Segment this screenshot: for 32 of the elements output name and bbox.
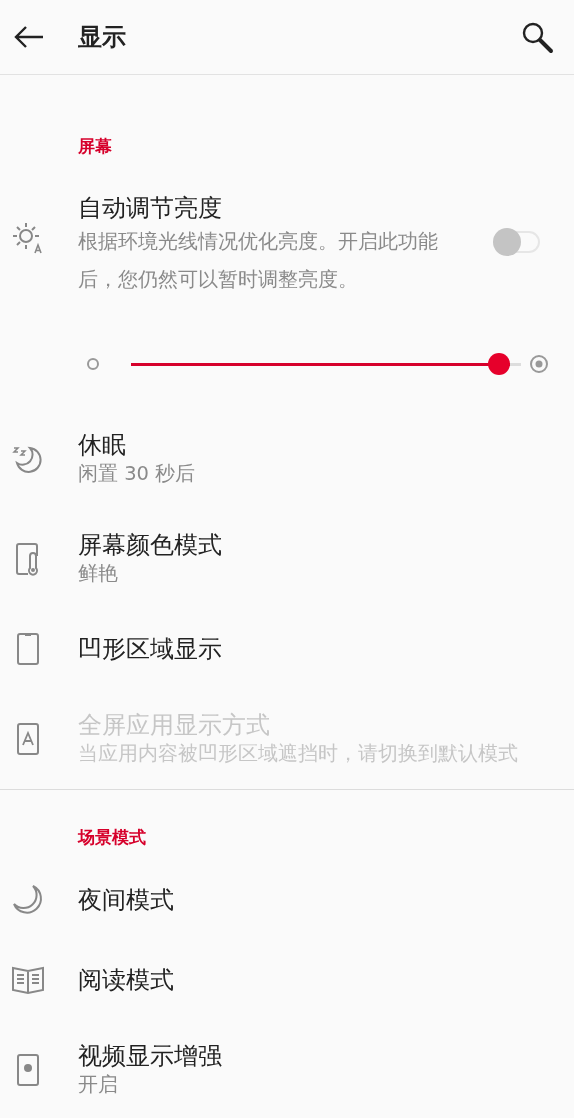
item-subtitle: 闲置 30 秒后 <box>78 461 196 487</box>
settings-item[interactable]: 凹形区域显示 <box>0 609 574 689</box>
item-subtitle: 开启 <box>78 1072 118 1098</box>
brightness-high-icon <box>529 354 549 374</box>
settings-item[interactable]: 阅读模式 <box>0 940 574 1020</box>
brightness-low-icon <box>86 357 100 371</box>
settings-item[interactable]: 夜间模式 <box>0 860 574 940</box>
page-title: 显示 <box>78 22 126 53</box>
phone-letter-icon <box>16 722 40 756</box>
item-subtitle: 根据环境光线情况优化亮度。开启此功能后，您仍然可以暂时调整亮度。 <box>78 229 439 293</box>
back-icon[interactable] <box>13 25 45 49</box>
item-title: 自动调节亮度 <box>78 193 222 223</box>
item-subtitle: 鲜艳 <box>78 561 118 587</box>
auto-brightness-icon <box>11 221 45 255</box>
item-title: 凹形区域显示 <box>78 634 222 664</box>
item-title: 阅读模式 <box>78 965 174 995</box>
toggle-switch[interactable] <box>494 231 540 253</box>
moon-icon <box>11 883 45 917</box>
search-icon[interactable] <box>520 20 554 54</box>
section-title: 场景模式 <box>78 826 147 848</box>
settings-item[interactable]: 自动调节亮度 根据环境光线情况优化亮度。开启此功能后，您仍然可以暂时调整亮度。 <box>0 169 574 319</box>
item-title: 屏幕颜色模式 <box>78 530 222 560</box>
section-title: 屏幕 <box>78 135 113 157</box>
settings-item[interactable]: 视频显示增强 开启 <box>0 1020 574 1118</box>
item-title: 视频显示增强 <box>78 1041 222 1071</box>
item-title: 休眠 <box>78 430 126 460</box>
item-title: 夜间模式 <box>78 885 174 915</box>
book-icon <box>11 965 45 995</box>
settings-item[interactable]: 屏幕颜色模式 鲜艳 <box>0 509 574 609</box>
phone-icon <box>16 632 40 666</box>
phone-palette-icon <box>16 1053 40 1087</box>
settings-item[interactable]: 休眠 闲置 30 秒后 <box>0 409 574 509</box>
